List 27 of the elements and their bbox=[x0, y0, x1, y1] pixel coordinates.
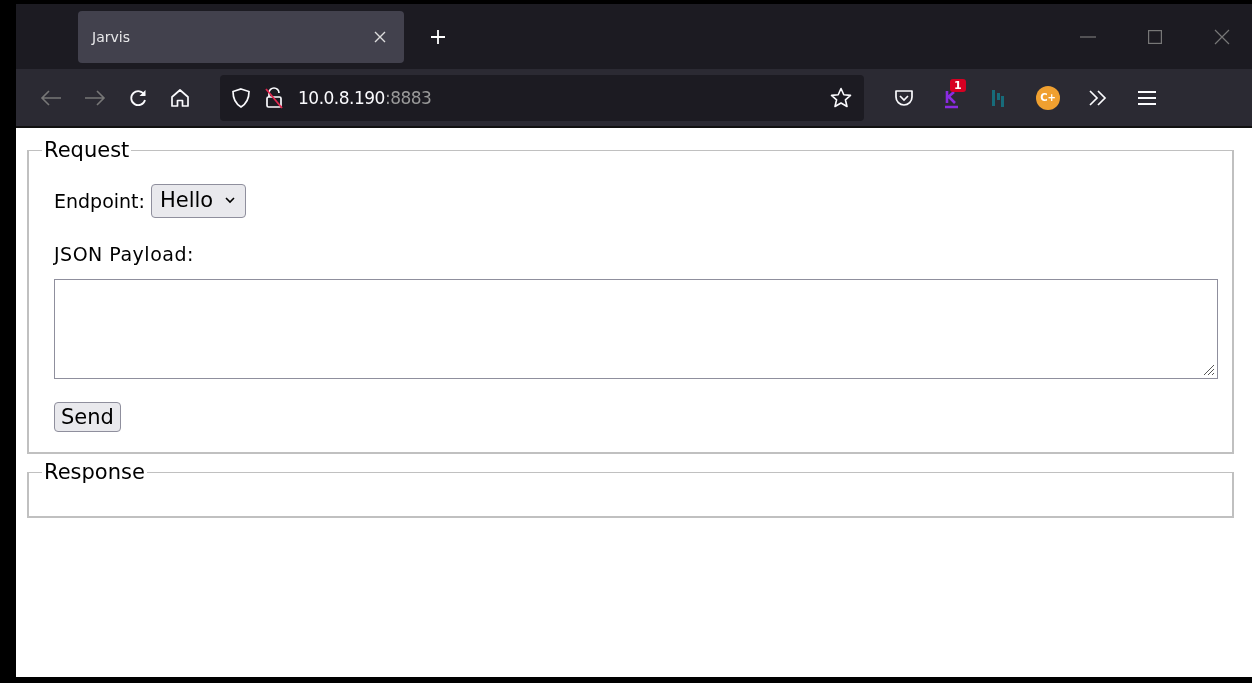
new-tab-icon[interactable] bbox=[430, 28, 446, 45]
notification-badge: 1 bbox=[950, 78, 966, 92]
fieldset-legend: Request bbox=[42, 138, 132, 162]
home-icon[interactable] bbox=[170, 87, 190, 108]
send-button[interactable]: Send bbox=[54, 402, 121, 432]
payload-textarea[interactable] bbox=[54, 279, 1218, 379]
shield-icon[interactable] bbox=[232, 87, 250, 108]
pocket-icon[interactable] bbox=[894, 87, 914, 108]
menu-icon[interactable] bbox=[1138, 90, 1156, 105]
maximize-icon[interactable] bbox=[1148, 29, 1162, 44]
field-label: Endpoint: bbox=[54, 190, 145, 212]
browser-tab[interactable]: Jarvis bbox=[78, 10, 404, 63]
address-bar[interactable]: 10.0.8.190:8883 bbox=[220, 74, 864, 121]
fieldset-legend: Response bbox=[42, 460, 147, 484]
forward-icon[interactable] bbox=[84, 88, 106, 107]
insecure-lock-icon[interactable] bbox=[264, 86, 284, 109]
caret-icon bbox=[225, 196, 236, 204]
star-icon[interactable] bbox=[830, 86, 852, 109]
url-port: :8883 bbox=[384, 87, 432, 108]
overflow-chevrons-icon[interactable] bbox=[1088, 89, 1108, 106]
field-label: JSON Payload: bbox=[54, 243, 195, 265]
endpoint-select[interactable]: Hello bbox=[150, 184, 247, 218]
resize-grip-icon[interactable] bbox=[1203, 364, 1215, 376]
url-host: 10.0.8.190 bbox=[298, 87, 385, 108]
back-icon[interactable] bbox=[40, 88, 62, 107]
reload-icon[interactable] bbox=[128, 87, 148, 108]
close-icon[interactable] bbox=[1214, 28, 1230, 45]
